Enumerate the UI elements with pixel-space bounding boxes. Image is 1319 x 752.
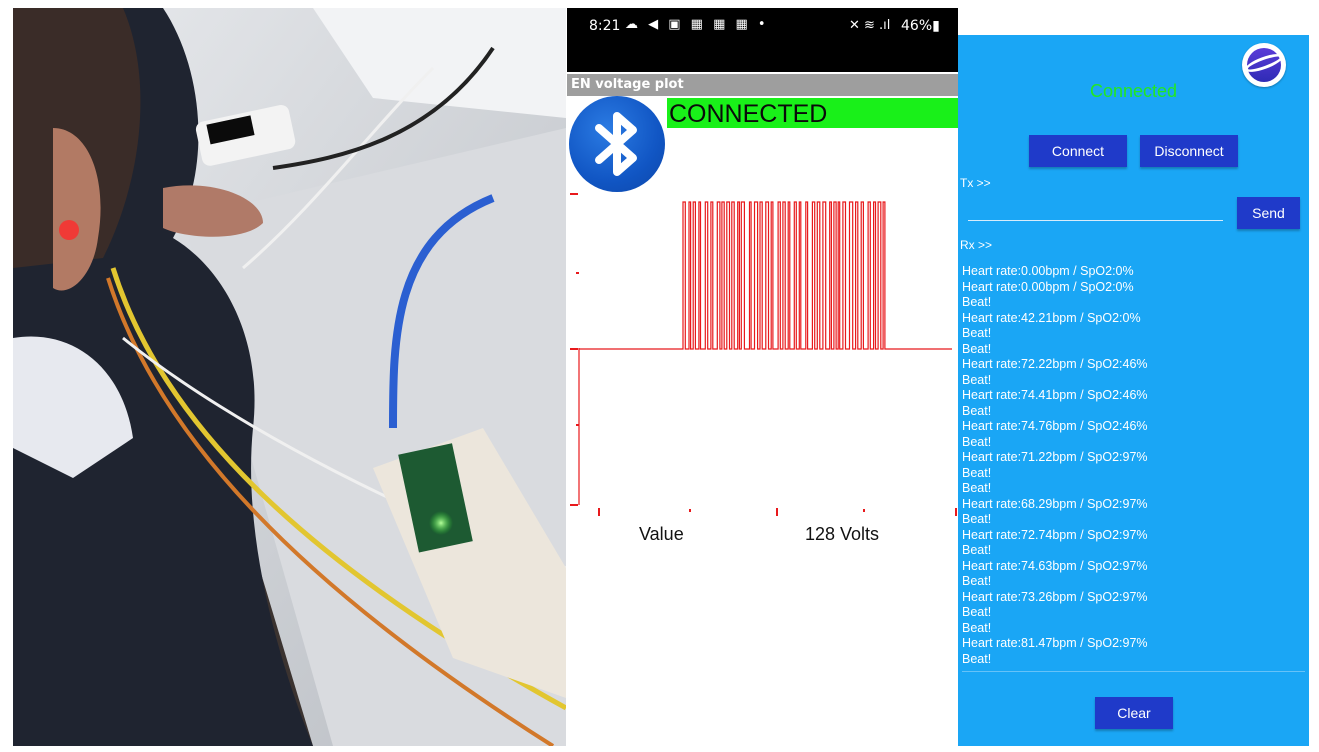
notification-icons: ☁ ◀ ▣ ▦ ▦ ▦ • xyxy=(625,17,769,32)
log-line: Beat! xyxy=(962,434,992,449)
log-line: Beat! xyxy=(962,372,992,387)
log-line: Heart rate:74.63bpm / SpO2:97% xyxy=(962,558,1148,573)
log-line: Heart rate:74.76bpm / SpO2:46% xyxy=(962,419,1148,433)
serial-monitor: Connected Connect Disconnect Tx >> Send … xyxy=(958,35,1309,746)
log-line: Heart rate:42.21bpm / SpO2:0% xyxy=(962,310,1141,325)
connection-banner: CONNECTED xyxy=(667,98,958,128)
log-line: Beat! xyxy=(962,605,992,619)
log-line: Beat! xyxy=(962,481,992,495)
status-time: 8:21 xyxy=(589,18,621,34)
log-line: Heart rate:74.41bpm / SpO2:46% xyxy=(962,388,1148,402)
log-line: Beat! xyxy=(962,403,992,418)
connection-status: Connected xyxy=(1089,81,1178,101)
voltage-signal-trace xyxy=(578,201,952,505)
log-line: Heart rate:73.26bpm / SpO2:97% xyxy=(962,589,1148,604)
y-axis-ticks xyxy=(570,193,579,506)
rx-log[interactable]: Heart rate:0.00bpm / SpO2:0% Heart rate:0… xyxy=(962,264,1302,667)
log-line: Beat! xyxy=(962,326,992,340)
clear-button[interactable]: Clear xyxy=(1095,697,1173,729)
log-line: Heart rate:0.00bpm / SpO2:0% xyxy=(962,279,1134,294)
log-line: Heart rate:72.74bpm / SpO2:97% xyxy=(962,527,1148,542)
phone-screen: 8:21 ☁ ◀ ▣ ▦ ▦ ▦ • ✕ ≋ .ıl 46%▮ EN volta… xyxy=(567,8,958,746)
log-line: Beat! xyxy=(962,465,992,480)
log-divider xyxy=(962,671,1305,672)
log-line: Beat! xyxy=(962,341,992,356)
connect-button[interactable]: Connect xyxy=(1029,135,1127,167)
tx-input[interactable] xyxy=(968,203,1223,221)
status-bar: 8:21 ☁ ◀ ▣ ▦ ▦ ▦ • ✕ ≋ .ıl 46%▮ xyxy=(567,8,958,72)
log-line: Beat! xyxy=(962,574,992,588)
app-title: EN voltage plot xyxy=(567,74,958,96)
log-line: Beat! xyxy=(962,620,992,635)
log-line: Heart rate:0.00bpm / SpO2:0% xyxy=(962,264,1134,278)
voltage-plot xyxy=(570,193,957,516)
log-line: Heart rate:71.22bpm / SpO2:97% xyxy=(962,450,1148,464)
battery-indicator: 46%▮ xyxy=(901,18,940,34)
log-line: Beat! xyxy=(962,651,992,666)
setup-photo xyxy=(13,8,566,746)
signal-wifi-icons: ✕ ≋ .ıl xyxy=(849,18,891,33)
log-line: Beat! xyxy=(962,543,992,557)
volts-readout: 128 Volts xyxy=(805,524,880,544)
send-button[interactable]: Send xyxy=(1237,197,1300,229)
disconnect-button[interactable]: Disconnect xyxy=(1140,135,1238,167)
log-line: Beat! xyxy=(962,512,992,526)
x-axis-ticks xyxy=(598,508,957,516)
rx-label: Rx >> xyxy=(960,238,993,252)
log-line: Heart rate:81.47bpm / SpO2:97% xyxy=(962,636,1148,650)
value-label: Value xyxy=(639,524,684,544)
log-line: Beat! xyxy=(962,295,992,309)
log-line: Heart rate:68.29bpm / SpO2:97% xyxy=(962,496,1148,511)
log-line: Heart rate:72.22bpm / SpO2:46% xyxy=(962,357,1148,371)
tx-label: Tx >> xyxy=(960,176,991,190)
